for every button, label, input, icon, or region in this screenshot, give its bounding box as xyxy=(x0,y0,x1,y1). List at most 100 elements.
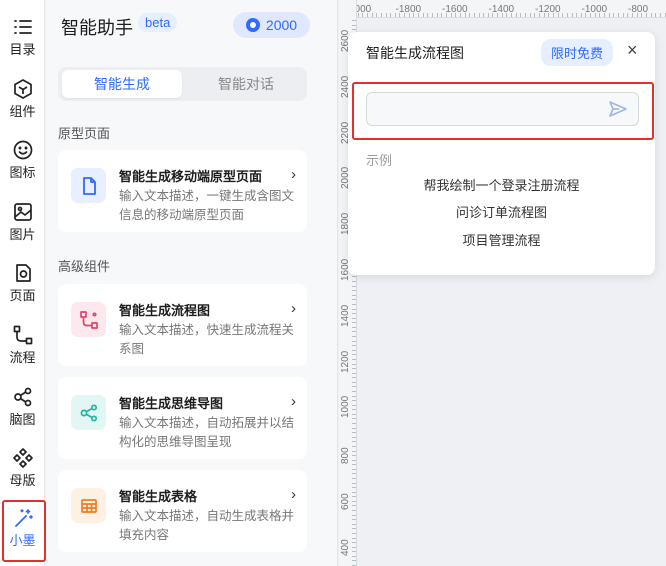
ruler-tick xyxy=(627,13,629,17)
rail-item-icons[interactable]: 图标 xyxy=(0,135,45,191)
ruler-tick xyxy=(352,491,356,493)
card-desc: 输入文本描述，快速生成流程关系图 xyxy=(119,323,295,356)
ruler-tick xyxy=(352,285,356,287)
ruler-tick xyxy=(659,13,661,17)
mode-tabs: 智能生成 智能对话 xyxy=(58,67,307,101)
rail-item-images[interactable]: 图片 xyxy=(0,197,45,253)
beta-badge: beta xyxy=(138,13,178,32)
ruler-tick xyxy=(352,528,356,530)
ruler-tick xyxy=(469,13,471,17)
example-prompt[interactable]: 帮我绘制一个登录注册流程 xyxy=(348,175,655,194)
gear-icon xyxy=(245,18,260,32)
ruler-tick-label: 600 xyxy=(340,493,351,510)
ruler-tick xyxy=(432,13,433,17)
card-flowchart[interactable]: 智能生成流程图 输入文本描述，快速生成流程关系图 › xyxy=(58,284,307,366)
ruler-tick xyxy=(599,13,601,17)
rail-label: 页面 xyxy=(9,288,36,303)
ruler-tick xyxy=(352,487,356,489)
ruler-tick xyxy=(352,441,356,443)
ruler-tick xyxy=(352,510,356,512)
mindmap-icon xyxy=(13,387,31,407)
close-icon[interactable]: × xyxy=(627,40,638,61)
card-mobile-prototype[interactable]: 智能生成移动端原型页面 输入文本描述，一键生成含图文信息的移动端原型页面 › xyxy=(58,150,307,232)
smiley-icon xyxy=(13,140,32,160)
popover-title: 智能生成流程图 xyxy=(366,45,464,61)
ruler-tick xyxy=(352,303,356,305)
ruler-tick xyxy=(650,13,652,17)
ruler-tick xyxy=(352,455,356,457)
send-icon[interactable] xyxy=(607,98,629,120)
ruler-tick xyxy=(352,423,356,425)
rail-label: 组件 xyxy=(9,104,36,119)
ruler-tick xyxy=(352,546,356,548)
assistant-panel: 智能助手 beta 2000 智能生成 智能对话 原型页面 智能生成移动端原型页… xyxy=(46,0,338,566)
ruler-tick xyxy=(352,500,356,502)
section-label-prototype: 原型页面 xyxy=(58,126,111,141)
example-prompt[interactable]: 问诊订单流程图 xyxy=(348,202,655,221)
ruler-tick xyxy=(352,555,356,557)
ruler-tick xyxy=(487,13,489,17)
ruler-tick xyxy=(394,13,396,17)
cube-icon xyxy=(13,79,32,99)
ruler-tick xyxy=(352,358,356,360)
ruler-tick xyxy=(445,13,447,17)
free-badge: 限时免费 xyxy=(541,39,614,66)
panel-header: 智能助手 beta 2000 xyxy=(46,0,338,50)
ruler-tick xyxy=(506,13,508,17)
chevron-right-icon: › xyxy=(291,166,296,183)
rail-item-master[interactable]: 母版 xyxy=(0,443,45,499)
ruler-tick xyxy=(478,13,480,17)
chevron-right-icon: › xyxy=(291,486,296,503)
tab-smart-chat[interactable]: 智能对话 xyxy=(186,70,306,98)
credits-button[interactable]: 2000 xyxy=(233,12,310,38)
ruler-tick xyxy=(385,13,387,17)
ruler-tick xyxy=(352,532,356,534)
ruler-tick xyxy=(352,317,356,319)
ruler-tick xyxy=(511,13,513,17)
card-title: 智能生成流程图 xyxy=(119,303,211,318)
section-label-advanced: 高级组件 xyxy=(58,259,111,274)
horizontal-ruler: 2000 -1800 -1600 -1400 -1200 -1000 -800 xyxy=(339,0,666,18)
ruler-tick xyxy=(352,482,356,484)
ruler-tick xyxy=(543,13,545,17)
ruler-tick xyxy=(352,290,356,292)
ruler-tick xyxy=(529,13,531,17)
ruler-tick-label: 400 xyxy=(340,539,351,556)
example-prompt[interactable]: 项目管理流程 xyxy=(348,230,655,249)
prompt-input[interactable] xyxy=(366,92,639,126)
ruler-tick xyxy=(492,13,494,17)
ruler-tick xyxy=(352,281,356,283)
ruler-tick xyxy=(352,523,356,525)
rail-label: 流程 xyxy=(9,350,36,365)
ruler-tick xyxy=(352,377,356,379)
ruler-tick xyxy=(376,13,378,17)
rail-item-components[interactable]: 组件 xyxy=(0,74,45,130)
examples-label: 示例 xyxy=(366,153,393,168)
ruler-tick xyxy=(352,418,356,420)
tab-smart-generate[interactable]: 智能生成 xyxy=(62,70,182,98)
card-table[interactable]: 智能生成表格 输入文本描述，自动生成表格并填充内容 › xyxy=(58,470,307,552)
card-mindmap[interactable]: 智能生成思维导图 输入文本描述，自动拓展并以结构化的思维导图呈现 › xyxy=(58,377,307,459)
ruler-tick xyxy=(352,459,356,461)
ruler-tick xyxy=(352,473,356,475)
rail-label: 图片 xyxy=(9,227,36,242)
ruler-tick xyxy=(352,354,356,356)
image-icon xyxy=(13,203,32,221)
ruler-tick xyxy=(352,450,356,452)
rail-item-flow[interactable]: 流程 xyxy=(0,320,45,376)
ruler-tick xyxy=(557,13,559,17)
ruler-tick xyxy=(562,13,564,17)
ruler-tick xyxy=(352,294,356,296)
ruler-tick xyxy=(352,20,356,21)
ruler-tick xyxy=(352,551,356,553)
ruler-tick xyxy=(352,322,356,324)
rail-item-pages[interactable]: 页面 xyxy=(0,258,45,314)
ruler-tick xyxy=(590,13,592,17)
ruler-tick xyxy=(604,13,606,17)
card-desc: 输入文本描述，自动拓展并以结构化的思维导图呈现 xyxy=(119,416,295,449)
ruler-tick xyxy=(636,13,638,17)
rail-item-mindmap[interactable]: 脑图 xyxy=(0,382,45,438)
card-title: 智能生成思维导图 xyxy=(119,396,224,411)
rail-item-outline[interactable]: 目录 xyxy=(0,12,45,68)
tool-rail: 目录 组件 图标 图片 页面 流程 脑图 母版 小墨 xyxy=(0,0,46,566)
